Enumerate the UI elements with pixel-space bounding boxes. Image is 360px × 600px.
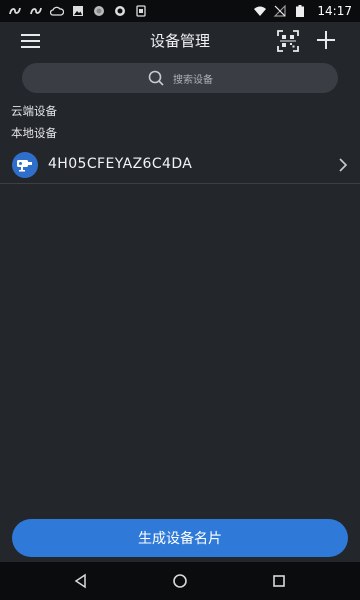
status-notification-icons [8, 5, 148, 17]
search-placeholder: 搜索设备 [173, 74, 213, 86]
status-system-icons: 14:17 [253, 4, 352, 18]
app-header: 设备管理 [0, 22, 360, 60]
system-nav-bar [0, 562, 360, 600]
home-circle-icon[interactable] [171, 572, 189, 590]
camera-device-icon [12, 152, 38, 178]
search-input[interactable]: 搜索设备 [22, 63, 338, 93]
circle-icon [92, 5, 106, 17]
search-icon [147, 69, 165, 87]
cloud-icon [50, 5, 64, 17]
wifi-icon [253, 5, 267, 17]
cloud-devices-label: 云端设备 [11, 104, 57, 118]
eye-circle-icon [113, 5, 127, 17]
back-triangle-icon[interactable] [72, 572, 90, 590]
local-devices-label: 本地设备 [11, 126, 57, 140]
no-signal-icon [273, 5, 287, 17]
plus-icon[interactable] [315, 28, 337, 52]
recent-square-icon[interactable] [270, 572, 288, 590]
qr-scan-icon[interactable] [276, 29, 300, 53]
image-icon [71, 5, 85, 17]
chevron-right-icon [337, 157, 349, 173]
app-s-icon [29, 5, 43, 17]
app-s-icon [8, 5, 22, 17]
device-name: 4H05CFEYAZ6C4DA [48, 156, 193, 172]
status-bar: 14:17 [0, 0, 360, 22]
generate-device-card-button[interactable]: 生成设备名片 [12, 519, 348, 557]
doc-icon [134, 5, 148, 17]
status-time: 14:17 [317, 4, 352, 18]
device-list-item[interactable]: 4H05CFEYAZ6C4DA [0, 146, 360, 184]
battery-icon [293, 5, 307, 17]
page-title: 设备管理 [149, 32, 210, 50]
